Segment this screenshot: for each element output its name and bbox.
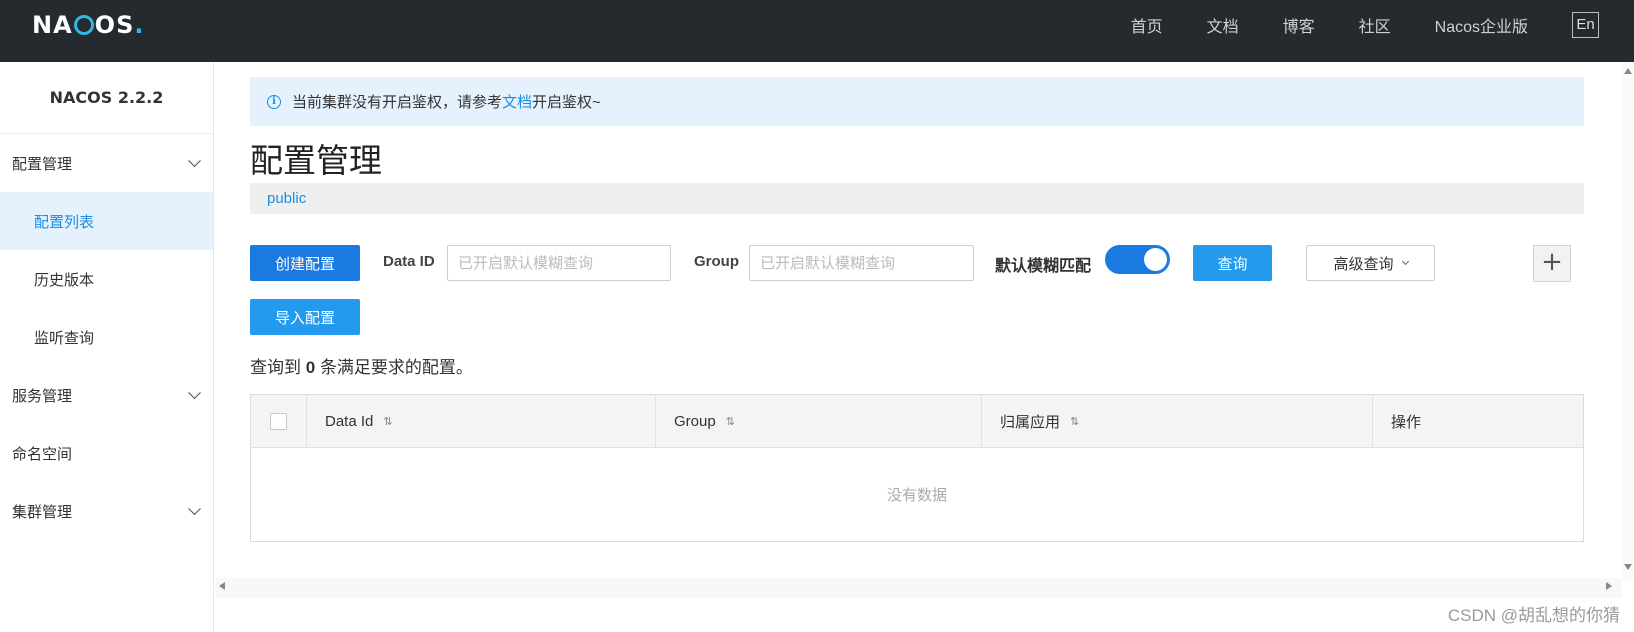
result-count: 0 <box>305 358 316 377</box>
sidebar-item-service-management[interactable]: 服务管理 <box>0 366 213 424</box>
select-all-checkbox[interactable] <box>270 413 287 430</box>
fuzzy-match-label: 默认模糊匹配 <box>995 258 1092 275</box>
sidebar-item-listener-query[interactable]: 监听查询 <box>0 308 213 366</box>
sidebar-item-label: 监听查询 <box>34 329 95 347</box>
column-header-actions: 操作 <box>1373 395 1583 448</box>
language-switch-button[interactable]: En <box>1572 12 1599 38</box>
config-table: Data Id ⇅ Group ⇅ 归属应用 ⇅ 操作 没有数据 <box>250 394 1584 542</box>
sidebar: NACOS 2.2.2 配置管理 配置列表 历史版本 监听查询 服务管理 命名空… <box>0 62 214 632</box>
scroll-right-icon[interactable] <box>1606 582 1612 590</box>
query-result-text: 查询到 0 条满足要求的配置。 <box>250 353 473 378</box>
main-content: i 当前集群没有开启鉴权，请参考 文档 开启鉴权~ 配置管理 public <box>215 62 1634 632</box>
logo-text-end: OS <box>94 11 135 39</box>
sort-icon[interactable]: ⇅ <box>1070 415 1079 428</box>
nav-home[interactable]: 首页 <box>1131 13 1163 37</box>
sidebar-item-label: 配置管理 <box>12 155 73 173</box>
group-label: Group <box>694 253 739 270</box>
sidebar-item-label: 服务管理 <box>12 387 73 405</box>
sidebar-item-namespace[interactable]: 命名空间 <box>0 424 213 482</box>
sort-icon[interactable]: ⇅ <box>383 415 392 428</box>
nav-blog[interactable]: 博客 <box>1283 13 1315 37</box>
vertical-scrollbar[interactable] <box>1622 62 1634 580</box>
scroll-up-icon[interactable] <box>1624 68 1632 74</box>
plus-button[interactable]: + <box>1533 245 1571 282</box>
scroll-down-icon[interactable] <box>1624 564 1632 570</box>
version-label: NACOS 2.2.2 <box>0 62 213 134</box>
chevron-down-icon <box>188 154 201 168</box>
result-suffix: 条满足要求的配置。 <box>319 358 473 377</box>
sidebar-item-label: 配置列表 <box>34 213 95 231</box>
column-header-app[interactable]: 归属应用 ⇅ <box>982 395 1373 448</box>
watermark-text: CSDN @胡乱想的你猜 <box>1447 606 1620 625</box>
advanced-query-button[interactable]: 高级查询 <box>1306 245 1435 281</box>
chevron-down-icon <box>188 386 201 400</box>
table-header: Data Id ⇅ Group ⇅ 归属应用 ⇅ 操作 <box>251 395 1583 448</box>
sidebar-item-label: 集群管理 <box>12 503 73 521</box>
query-button[interactable]: 查询 <box>1193 245 1272 281</box>
chevron-down-icon <box>1401 257 1409 265</box>
logo-dot: . <box>134 11 145 39</box>
data-id-label: Data ID <box>383 253 435 270</box>
sidebar-item-config-list[interactable]: 配置列表 <box>0 192 213 250</box>
horizontal-scrollbar[interactable] <box>215 578 1622 598</box>
fuzzy-match-toggle[interactable] <box>1105 245 1170 274</box>
empty-state-text: 没有数据 <box>886 487 947 504</box>
nav-docs[interactable]: 文档 <box>1207 13 1239 37</box>
toggle-knob <box>1144 248 1167 271</box>
create-config-button[interactable]: 创建配置 <box>250 245 360 281</box>
logo-text-start: NA <box>32 11 73 39</box>
nacos-logo[interactable]: NA OS. <box>32 10 144 40</box>
sidebar-item-label: 历史版本 <box>34 271 95 289</box>
nav-community[interactable]: 社区 <box>1359 13 1391 37</box>
select-all-cell <box>251 395 307 448</box>
scroll-left-icon[interactable] <box>219 582 225 590</box>
column-label: Data Id <box>325 413 374 430</box>
logo-ring-icon <box>73 15 94 35</box>
notice-docs-link[interactable]: 文档 <box>502 91 532 112</box>
sidebar-item-history[interactable]: 历史版本 <box>0 250 213 308</box>
auth-notice-banner: i 当前集群没有开启鉴权，请参考 文档 开启鉴权~ <box>250 77 1584 126</box>
column-header-data-id[interactable]: Data Id ⇅ <box>307 395 656 448</box>
column-label: 操作 <box>1391 414 1422 431</box>
nav-enterprise[interactable]: Nacos企业版 <box>1435 13 1528 37</box>
advanced-query-label: 高级查询 <box>1333 255 1394 273</box>
group-input[interactable] <box>749 245 974 281</box>
column-label: Group <box>674 413 716 430</box>
data-id-input[interactable] <box>447 245 671 281</box>
column-header-group[interactable]: Group ⇅ <box>656 395 982 448</box>
namespace-tab-public[interactable]: public <box>250 183 1584 214</box>
result-prefix: 查询到 <box>250 358 301 377</box>
page-title: 配置管理 <box>250 142 382 179</box>
top-navbar: NA OS. 首页 文档 博客 社区 Nacos企业版 En <box>0 0 1634 62</box>
notice-text: 当前集群没有开启鉴权，请参考 <box>292 94 503 111</box>
sidebar-item-cluster-management[interactable]: 集群管理 <box>0 482 213 540</box>
top-nav: 首页 文档 博客 社区 Nacos企业版 En <box>1131 0 1634 50</box>
notice-text-end: 开启鉴权~ <box>532 94 601 111</box>
sidebar-item-config-management[interactable]: 配置管理 <box>0 134 213 192</box>
chevron-down-icon <box>188 502 201 516</box>
sidebar-item-label: 命名空间 <box>12 445 73 463</box>
column-label: 归属应用 <box>1000 414 1061 431</box>
import-config-button[interactable]: 导入配置 <box>250 299 360 335</box>
sort-icon[interactable]: ⇅ <box>726 415 735 428</box>
info-icon: i <box>267 94 281 109</box>
